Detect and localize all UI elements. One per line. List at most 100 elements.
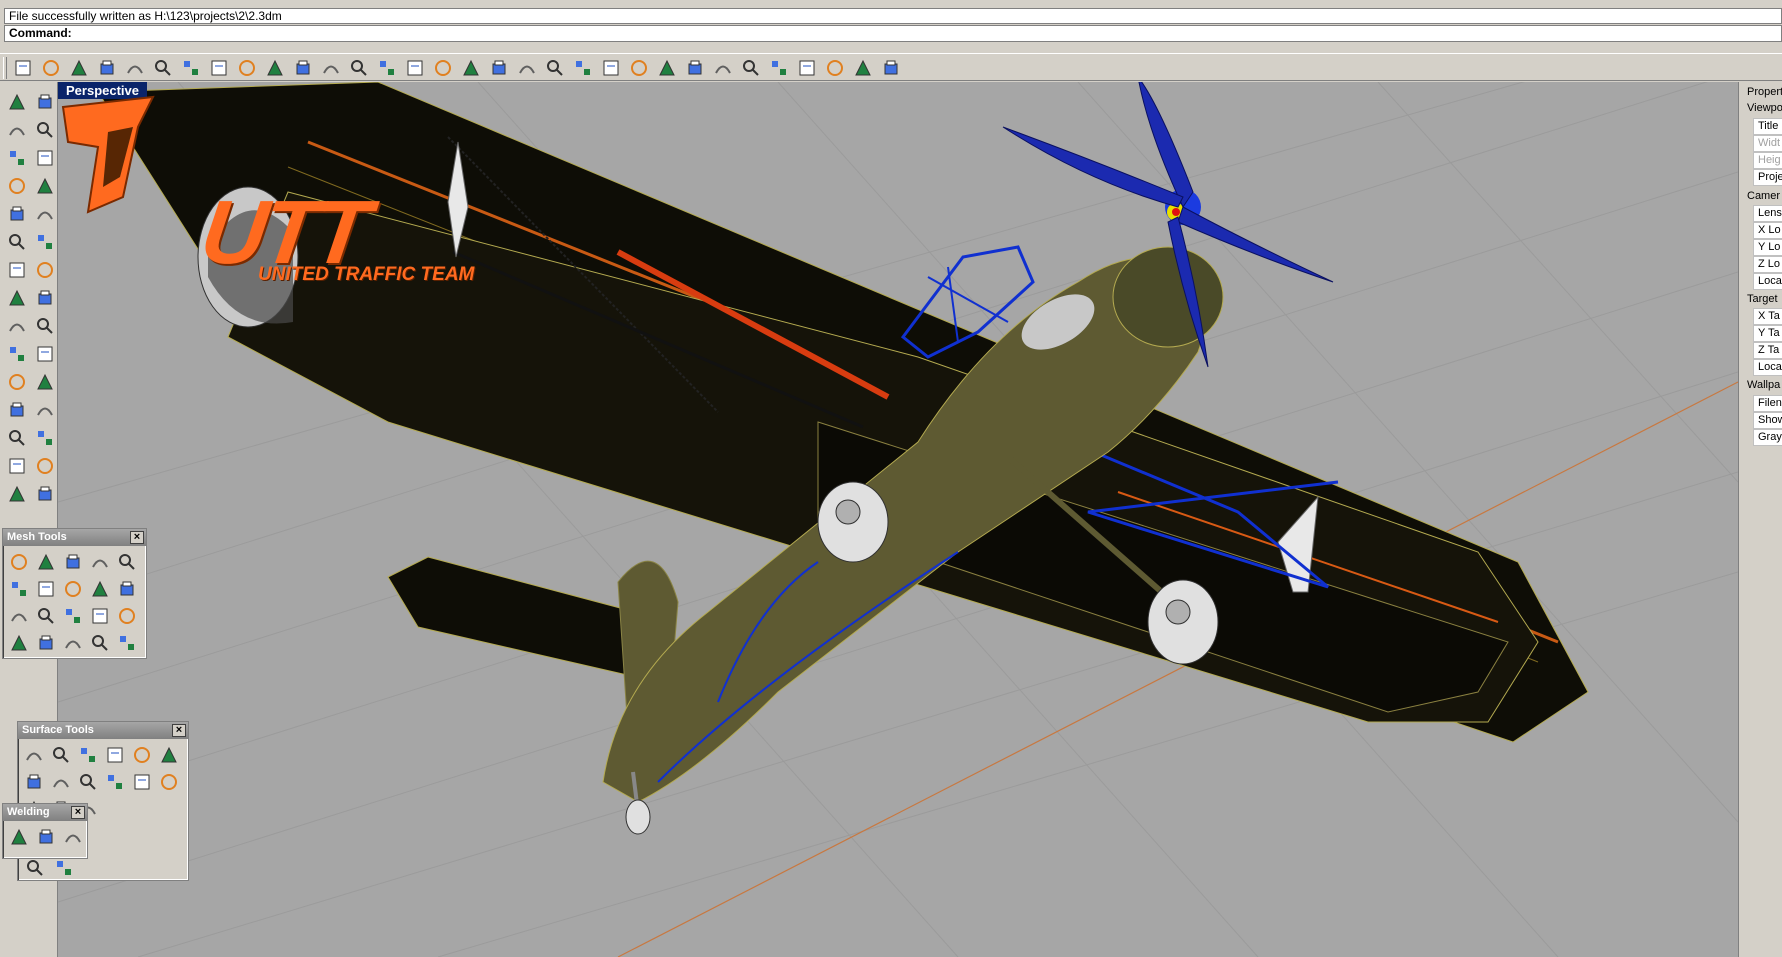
paste-icon[interactable] [206,56,232,79]
align-icon[interactable] [31,452,59,480]
grid-icon[interactable] [514,56,540,79]
sphere-solid-icon[interactable] [31,256,59,284]
undo-icon[interactable] [234,56,260,79]
property-row[interactable]: Proje [1753,169,1782,186]
property-row[interactable]: Y Lo [1753,239,1782,256]
rectangle-icon[interactable] [31,172,59,200]
wallpaper-section-header[interactable]: Wallpa [1747,379,1780,391]
mesh-tool-icon[interactable] [33,603,58,628]
surface-tool-icon[interactable] [75,769,100,794]
surface-tool-icon[interactable] [75,742,100,767]
mesh-tool-icon[interactable] [114,576,139,601]
mesh-tool-icon[interactable] [6,630,31,655]
mesh-tool-icon[interactable] [114,549,139,574]
welding-tool-icon[interactable] [60,824,85,849]
surface-tool-icon[interactable] [102,742,127,767]
mesh-tool-icon[interactable] [33,549,58,574]
rendered-icon[interactable] [738,56,764,79]
surface-tool-icon[interactable] [21,769,46,794]
polygon-icon[interactable] [3,200,31,228]
car-icon[interactable] [486,56,512,79]
save-icon[interactable] [66,56,92,79]
revolve-icon[interactable] [31,228,59,256]
light-icon[interactable] [598,56,624,79]
array-icon[interactable] [3,452,31,480]
property-row[interactable]: X Lo [1753,222,1782,239]
boolean-icon[interactable] [3,312,31,340]
text-icon[interactable] [3,424,31,452]
freeform-icon[interactable] [31,200,59,228]
snap-icon[interactable] [850,56,876,79]
layer-icon[interactable] [570,56,596,79]
mesh-tool-icon[interactable] [87,549,112,574]
surface-tool-icon[interactable] [156,769,181,794]
arc-icon[interactable] [3,172,31,200]
surface-tool-icon[interactable] [48,769,73,794]
mesh-tool-icon[interactable] [87,630,112,655]
surface-tool-icon[interactable] [21,742,46,767]
fillet-icon[interactable] [3,396,31,424]
trim-icon[interactable] [3,340,31,368]
property-row[interactable]: Gray [1753,429,1782,446]
close-icon[interactable]: × [130,531,144,544]
print-icon[interactable] [94,56,120,79]
shade-icon[interactable] [710,56,736,79]
split-icon[interactable] [31,340,59,368]
mesh-tools-palette[interactable]: Mesh Tools × [2,528,147,659]
ellipse-icon[interactable] [31,144,59,172]
zoom-icon[interactable] [318,56,344,79]
mesh-icon[interactable] [3,480,31,508]
plane-icon[interactable] [31,284,59,312]
cut-icon[interactable] [150,56,176,79]
mesh-tool-icon[interactable] [6,576,31,601]
mesh-tool-icon[interactable] [33,576,58,601]
surface-icon[interactable] [3,228,31,256]
property-row[interactable]: Show [1753,412,1782,429]
surface-tool-icon[interactable] [129,742,154,767]
explode-icon[interactable] [31,312,59,340]
rotate-view-icon[interactable] [430,56,456,79]
import-icon[interactable] [122,56,148,79]
close-icon[interactable]: × [172,724,186,737]
zoom-selected-icon[interactable] [402,56,428,79]
copy-icon[interactable] [178,56,204,79]
color-wheel-icon[interactable] [682,56,708,79]
surface-tool-icon[interactable] [48,742,73,767]
viewport-section-header[interactable]: Viewpo [1747,102,1782,114]
osnap-icon[interactable] [542,56,568,79]
mesh-tool-icon[interactable] [87,603,112,628]
welding-tool-icon[interactable] [22,855,47,880]
welding-palette[interactable]: Welding × [2,803,88,859]
select-icon[interactable] [3,88,31,116]
render-icon[interactable] [654,56,680,79]
camera-section-header[interactable]: Camer [1747,190,1780,202]
pan-icon[interactable] [262,56,288,79]
mesh-tool-icon[interactable] [60,630,85,655]
point-icon[interactable] [31,88,59,116]
perspective-viewport[interactable]: Perspective UTT UNITED TRAFFIC TEAM [58,82,1738,957]
surface-tool-icon[interactable] [156,742,181,767]
open-icon[interactable] [38,56,64,79]
property-row[interactable]: Y Ta [1753,325,1782,342]
welding-title[interactable]: Welding × [3,804,87,821]
mesh-tool-icon[interactable] [6,549,31,574]
welding-tool-icon[interactable] [33,824,58,849]
group-icon[interactable] [3,368,31,396]
mesh-tool-icon[interactable] [60,549,85,574]
cylinder-icon[interactable] [3,284,31,312]
property-row[interactable]: Z Ta [1753,342,1782,359]
property-row[interactable]: Heig [1753,152,1782,169]
property-row[interactable]: Z Lo [1753,256,1782,273]
extend-icon[interactable] [31,396,59,424]
property-row[interactable]: Lens [1753,205,1782,222]
pen-icon[interactable] [794,56,820,79]
surface-tool-icon[interactable] [129,769,154,794]
surface-tool-icon[interactable] [102,769,127,794]
property-row[interactable]: Loca [1753,273,1782,290]
target-section-header[interactable]: Target [1747,293,1778,305]
mesh-tool-icon[interactable] [114,630,139,655]
sphere-icon[interactable] [766,56,792,79]
mesh-tool-icon[interactable] [33,630,58,655]
property-row[interactable]: Loca [1753,359,1782,376]
four-viewports-icon[interactable] [458,56,484,79]
